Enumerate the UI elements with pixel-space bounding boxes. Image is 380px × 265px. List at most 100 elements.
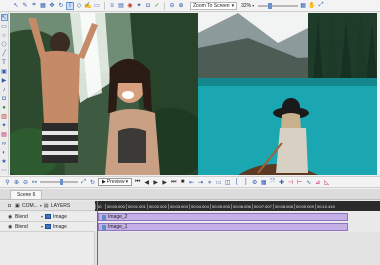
keyframe-remove-icon[interactable]: ⊢	[296, 179, 303, 186]
preview-button[interactable]: ▶ Preview ▾	[98, 178, 133, 186]
timeline-zoom-slider[interactable]	[40, 179, 78, 185]
zoom-fit-icon[interactable]: ⤧	[269, 179, 276, 186]
check-icon[interactable]: ✓	[153, 2, 161, 10]
hand-icon[interactable]: ✋	[308, 2, 316, 10]
link-icon[interactable]: ∞	[1, 140, 8, 147]
fx-icon[interactable]: ✦	[135, 2, 143, 10]
add-marker-icon[interactable]: ▭	[215, 179, 222, 186]
chevron-down-icon[interactable]: ▾	[41, 214, 43, 219]
marker-icon[interactable]: ⋄	[206, 179, 213, 186]
clip-image-2[interactable]: Image_2	[98, 213, 348, 221]
pen-icon[interactable]: ✎	[21, 2, 29, 10]
polygon-icon[interactable]: ⬠	[1, 41, 8, 48]
text-icon[interactable]: T	[66, 1, 74, 10]
layer-controls-empty-area	[0, 232, 95, 265]
step-back-icon[interactable]: ◀	[143, 179, 150, 186]
image-1-lake-photo[interactable]	[198, 13, 377, 175]
link-icon[interactable]: ⚯	[31, 179, 38, 186]
eye-icon[interactable]: ◉	[8, 224, 13, 230]
ruler-tick: 00:05.005	[210, 203, 230, 209]
clip-image-1[interactable]: Image_1	[98, 223, 348, 231]
chevron-down-icon[interactable]: ▾	[252, 3, 254, 8]
zoom-in-icon[interactable]: ⊕	[13, 179, 20, 186]
go-to-end-icon[interactable]: ⏭	[170, 179, 177, 186]
playhead[interactable]	[97, 201, 98, 265]
pointer-icon[interactable]: ↖	[0, 14, 8, 21]
select-icon[interactable]: ↖	[12, 2, 20, 10]
move-icon[interactable]: ✥	[48, 2, 56, 10]
layer-row[interactable]: ◉ Blend ▾ Image Image_2	[0, 212, 380, 222]
eraser-icon[interactable]: ▭	[93, 2, 101, 10]
text-tool-icon[interactable]: T	[1, 59, 8, 66]
chevron-down-icon[interactable]: ▾	[41, 224, 43, 229]
zoom-percent[interactable]: 32%	[241, 3, 251, 9]
timeline-panel: Scene 6 ◘ ▣ COM... ▾ ▤ LAYERS 00 00:00.0…	[0, 189, 380, 265]
keyframe-add-icon[interactable]: ⊣	[287, 179, 294, 186]
video-icon[interactable]: ▶	[1, 77, 8, 84]
image-icon[interactable]: ▣	[1, 68, 8, 75]
layers-icon[interactable]: ▤	[117, 2, 125, 10]
step-forward-icon[interactable]: ▶	[161, 179, 168, 186]
camera-tool-icon[interactable]: ◘	[1, 95, 8, 102]
ease-out-icon[interactable]: ◺	[323, 179, 330, 186]
play-button-icon[interactable]: ▶	[152, 179, 159, 186]
zoom-select[interactable]: Zoom To Screen ▾	[190, 1, 238, 10]
go-to-start-icon[interactable]: ⏮	[134, 179, 141, 186]
camera-icon[interactable]: ◘	[144, 2, 152, 10]
layer-row[interactable]: ◉ Blend ▾ Image Image_1	[0, 222, 380, 232]
chart-icon[interactable]: ▥	[1, 113, 8, 120]
image-2-waterfall-photo[interactable]	[10, 13, 198, 175]
lock-icon[interactable]: ▣	[15, 203, 20, 209]
next-keyframe-icon[interactable]: ⇥	[197, 179, 204, 186]
mask-icon[interactable]: ◉	[126, 2, 134, 10]
ellipse-icon[interactable]: ○	[1, 32, 8, 39]
layer-controls: ◉ Blend ▾ Image	[0, 212, 95, 222]
loop-icon[interactable]: ↻	[89, 179, 96, 186]
audio-icon[interactable]: ♪	[1, 86, 8, 93]
more-icon[interactable]: ⋯	[1, 167, 8, 174]
zoom-slider-handle[interactable]	[268, 2, 273, 9]
rectangle-icon[interactable]: ▭	[1, 23, 8, 30]
snap-icon[interactable]: ✚	[278, 179, 285, 186]
easing-icon[interactable]: ∿	[305, 179, 312, 186]
timeline-empty-area[interactable]	[95, 232, 380, 265]
settings-icon[interactable]: ⚙	[251, 179, 258, 186]
chevron-down-icon[interactable]: ▾	[40, 203, 42, 208]
time-ruler[interactable]: 00 00:00.000 00:01.001 00:02.002 00:03.0…	[95, 201, 380, 211]
prev-keyframe-icon[interactable]: ⇤	[188, 179, 195, 186]
stage-canvas[interactable]	[10, 13, 377, 175]
mask-tool-icon[interactable]: ◐	[1, 149, 8, 156]
rotate-icon[interactable]: ↻	[57, 2, 65, 10]
align-icon[interactable]: ≡	[108, 2, 116, 10]
blend-mode-select[interactable]: Blend	[15, 224, 39, 230]
stop-icon[interactable]: ■	[179, 179, 186, 185]
bracket-right-icon[interactable]: ]	[242, 179, 249, 185]
tab-scene[interactable]: Scene 6	[10, 190, 43, 199]
zoom-slider[interactable]	[258, 2, 299, 9]
effect-icon[interactable]: ✦	[1, 122, 8, 129]
line-icon[interactable]: ╱	[1, 50, 8, 57]
zoom-in-icon[interactable]: ⊕	[177, 2, 185, 10]
camera-icon[interactable]: ◘	[8, 203, 13, 209]
shape-icon[interactable]: ◇	[75, 2, 83, 10]
brush-icon[interactable]: ✍	[84, 2, 92, 10]
zoom-out-icon[interactable]: ⊖	[22, 179, 29, 186]
bracket-left-icon[interactable]: [	[233, 179, 240, 185]
star-icon[interactable]: ★	[1, 158, 8, 165]
eye-icon[interactable]: ◉	[8, 214, 13, 220]
search-icon[interactable]: ⚲	[4, 179, 11, 186]
timeline-zoom-handle[interactable]	[60, 179, 63, 185]
crop-icon[interactable]: ⌗	[30, 2, 38, 10]
grid-icon[interactable]: ▦	[260, 179, 267, 186]
composition-label[interactable]: COM...	[22, 203, 38, 209]
fit-icon[interactable]: ⤢	[317, 2, 325, 10]
color-icon[interactable]: ●	[1, 104, 8, 111]
split-icon[interactable]: ◫	[224, 179, 231, 186]
grid-toggle-icon[interactable]: ▦	[299, 2, 307, 10]
blend-mode-select[interactable]: Blend	[15, 214, 39, 220]
grid-icon[interactable]: ▦	[39, 2, 47, 10]
fit-icon[interactable]: ⤢	[80, 179, 87, 186]
chart-tool-icon[interactable]: ▤	[1, 131, 8, 138]
ease-in-icon[interactable]: ⊿	[314, 179, 321, 186]
zoom-out-icon[interactable]: ⊖	[168, 2, 176, 10]
